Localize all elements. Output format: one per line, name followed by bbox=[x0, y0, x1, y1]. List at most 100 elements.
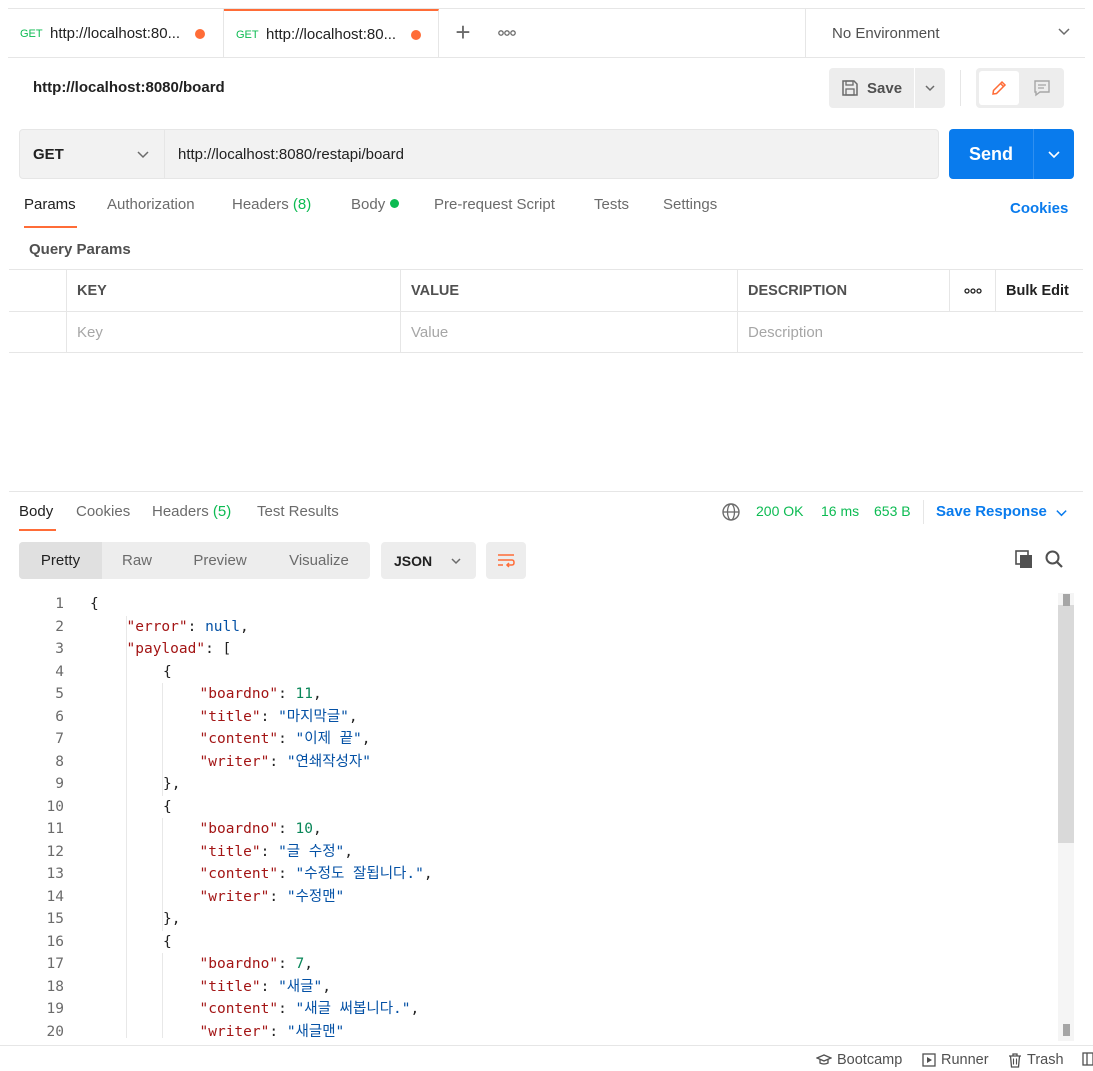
new-tab-icon[interactable]: + bbox=[453, 17, 473, 47]
save-button[interactable]: Save bbox=[829, 68, 914, 108]
line-number: 10 bbox=[46, 798, 64, 815]
send-group: Send bbox=[949, 129, 1074, 179]
line-number: 2 bbox=[55, 618, 64, 635]
more-tabs-icon[interactable] bbox=[498, 21, 520, 45]
line-number: 7 bbox=[55, 731, 64, 747]
request-tab-active[interactable]: GET http://localhost:80... bbox=[224, 9, 439, 58]
tab-url: http://localhost:80... bbox=[50, 25, 181, 42]
tab-settings[interactable]: Settings bbox=[663, 196, 717, 213]
value-input[interactable]: Value bbox=[400, 312, 737, 353]
key-input[interactable]: Key bbox=[66, 312, 400, 353]
line-number: 16 bbox=[46, 933, 64, 950]
line-number: 18 bbox=[46, 978, 64, 995]
send-button[interactable]: Send bbox=[949, 129, 1033, 179]
url-input[interactable]: http://localhost:8080/restapi/board bbox=[178, 130, 404, 178]
column-value: VALUE bbox=[400, 270, 737, 311]
copy-icon[interactable] bbox=[1014, 549, 1034, 569]
headers-count: (8) bbox=[292, 196, 312, 213]
chevron-down-icon bbox=[1058, 28, 1070, 36]
trash-button[interactable]: Trash bbox=[1008, 1052, 1064, 1068]
code-line: 8 "writer": "연쇄작성자" bbox=[19, 751, 1059, 774]
bulk-edit-button[interactable]: Bulk Edit bbox=[995, 270, 1083, 311]
tab-headers[interactable]: Headers (8) bbox=[232, 196, 311, 213]
chevron-down-icon[interactable] bbox=[1055, 506, 1068, 519]
tab-pre-request-script[interactable]: Pre-request Script bbox=[434, 196, 555, 213]
save-label: Save bbox=[867, 79, 903, 97]
line-number: 5 bbox=[55, 686, 64, 702]
status-bar: Bootcamp Runner Trash bbox=[0, 1045, 1093, 1071]
query-params-title: Query Params bbox=[29, 241, 131, 258]
request-tab-bar: GET http://localhost:80... GET http://lo… bbox=[8, 8, 1085, 58]
line-content: "writer": "새글맨" bbox=[199, 1023, 345, 1039]
bootcamp-button[interactable]: Bootcamp bbox=[816, 1052, 902, 1068]
chevron-down-icon bbox=[137, 151, 149, 159]
response-size[interactable]: 653 B bbox=[874, 503, 911, 519]
request-title[interactable]: http://localhost:8080/board bbox=[33, 79, 225, 96]
code-line: 2 "error": null, bbox=[19, 616, 1059, 639]
wrap-lines-button[interactable] bbox=[486, 542, 526, 579]
scroll-down-arrow[interactable] bbox=[1063, 1024, 1070, 1036]
view-raw[interactable]: Raw bbox=[102, 542, 172, 579]
code-line: 14 "writer": "수정맨" bbox=[19, 886, 1059, 909]
request-tab[interactable]: GET http://localhost:80... bbox=[8, 9, 224, 58]
comments-mode-button[interactable] bbox=[1024, 71, 1060, 105]
scroll-up-arrow[interactable] bbox=[1063, 594, 1070, 606]
scrollbar-thumb[interactable] bbox=[1058, 605, 1074, 843]
line-number: 3 bbox=[55, 641, 64, 657]
cookies-link[interactable]: Cookies bbox=[1010, 200, 1068, 217]
method-select[interactable]: GET bbox=[20, 130, 165, 178]
resp-tab-body[interactable]: Body bbox=[19, 503, 53, 520]
pencil-icon bbox=[992, 80, 1007, 95]
environment-selector[interactable]: No Environment bbox=[805, 9, 1085, 58]
edit-mode-button[interactable] bbox=[979, 71, 1019, 105]
line-content: { bbox=[90, 596, 99, 612]
params-empty-row: Key Value Description bbox=[9, 312, 1083, 354]
status-code[interactable]: 200 OK bbox=[756, 503, 803, 519]
column-options-icon[interactable] bbox=[949, 270, 995, 311]
line-number: 8 bbox=[55, 753, 64, 770]
tab-params[interactable]: Params bbox=[24, 196, 76, 213]
description-input[interactable]: Description bbox=[737, 312, 1083, 353]
save-response-button[interactable]: Save Response bbox=[936, 503, 1047, 520]
mode-toggle bbox=[976, 68, 1064, 108]
view-visualize[interactable]: Visualize bbox=[268, 542, 370, 579]
line-number: 15 bbox=[46, 911, 64, 927]
bootcamp-label: Bootcamp bbox=[837, 1052, 903, 1068]
runner-button[interactable]: Runner bbox=[922, 1052, 989, 1068]
tab-body[interactable]: Body bbox=[351, 196, 400, 213]
search-icon[interactable] bbox=[1044, 549, 1064, 569]
view-preview[interactable]: Preview bbox=[172, 542, 268, 579]
format-select[interactable]: JSON bbox=[381, 542, 476, 579]
tab-authorization[interactable]: Authorization bbox=[107, 196, 195, 213]
response-divider[interactable] bbox=[9, 491, 1083, 492]
line-content: { bbox=[163, 933, 172, 950]
chevron-down-icon bbox=[925, 85, 935, 92]
code-line: 16 { bbox=[19, 931, 1059, 954]
line-number: 19 bbox=[46, 1001, 64, 1017]
code-line: 19 "content": "새글 써봅니다.", bbox=[19, 998, 1059, 1021]
line-content: "content": "수정도 잘됩니다.", bbox=[199, 866, 433, 882]
runner-label: Runner bbox=[941, 1052, 989, 1068]
trash-label: Trash bbox=[1027, 1052, 1064, 1068]
two-pane-toggle[interactable] bbox=[1082, 1052, 1093, 1066]
globe-icon[interactable] bbox=[721, 502, 741, 522]
line-content: "title": "글 수정", bbox=[199, 843, 354, 860]
send-options-button[interactable] bbox=[1033, 129, 1074, 179]
view-pretty[interactable]: Pretty bbox=[19, 542, 102, 579]
save-options-button[interactable] bbox=[914, 68, 945, 108]
tab-method: GET bbox=[20, 27, 43, 40]
line-content: { bbox=[163, 663, 172, 680]
format-label: JSON bbox=[394, 552, 433, 569]
code-line: 20 "writer": "새글맨" bbox=[19, 1021, 1059, 1039]
resp-tab-headers[interactable]: Headers (5) bbox=[152, 503, 231, 520]
wrap-lines-icon bbox=[498, 553, 515, 568]
response-body-editor[interactable]: 1{2 "error": null, 3 "payload": [4{5 "boardn… bbox=[19, 593, 1059, 1038]
code-line: 11 "boardno": 10, bbox=[19, 818, 1059, 841]
divider bbox=[960, 70, 961, 106]
resp-tab-test-results[interactable]: Test Results bbox=[257, 503, 339, 520]
resp-tab-cookies[interactable]: Cookies bbox=[76, 503, 130, 520]
line-content: "title": "마지막글", bbox=[199, 708, 358, 725]
response-time[interactable]: 16 ms bbox=[821, 503, 859, 519]
code-line: 7 "content": "이제 끝", bbox=[19, 728, 1059, 751]
tab-tests[interactable]: Tests bbox=[594, 196, 629, 213]
